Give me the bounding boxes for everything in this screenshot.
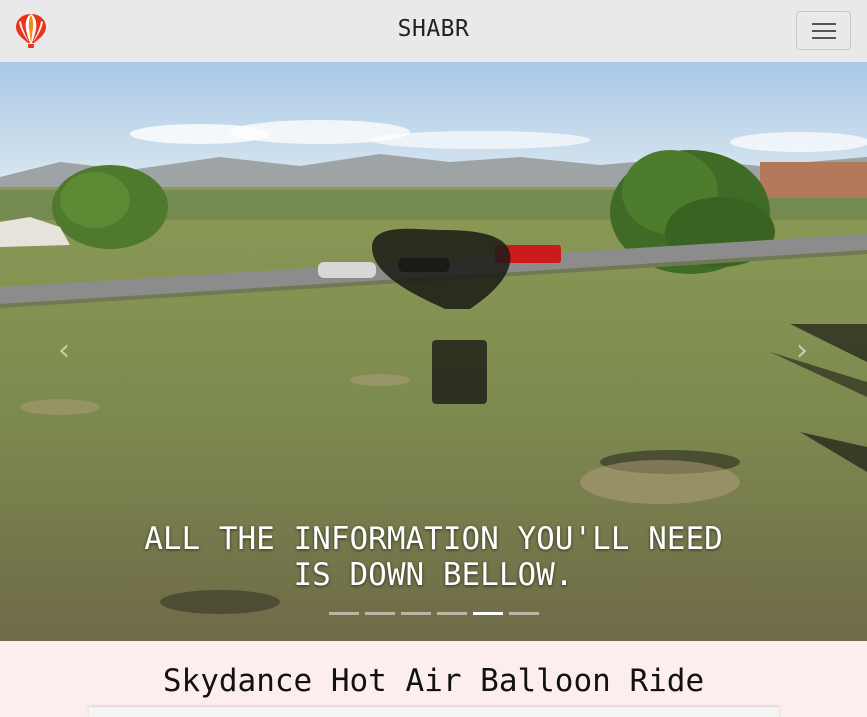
carousel-indicator[interactable] xyxy=(401,612,431,615)
hero-carousel: ‹ › ALL THE INFORMATION YOU'LL NEED IS D… xyxy=(0,62,867,641)
caption-line-2: IS DOWN BELLOW. xyxy=(293,557,574,593)
carousel-caption: ALL THE INFORMATION YOU'LL NEED IS DOWN … xyxy=(0,521,867,593)
carousel-indicators xyxy=(329,612,539,615)
carousel-prev-button[interactable]: ‹ xyxy=(49,334,79,368)
carousel-indicator[interactable] xyxy=(329,612,359,615)
section-title: Skydance Hot Air Balloon Ride xyxy=(162,663,705,699)
carousel-indicator[interactable] xyxy=(365,612,395,615)
navbar: SHABR xyxy=(0,0,867,62)
menu-toggle-button[interactable] xyxy=(796,11,851,50)
caption-line-1: ALL THE INFORMATION YOU'LL NEED xyxy=(144,521,723,557)
carousel-indicator[interactable] xyxy=(509,612,539,615)
carousel-indicator[interactable] xyxy=(437,612,467,615)
info-section: Skydance Hot Air Balloon Ride xyxy=(0,641,867,717)
carousel-indicator-active[interactable] xyxy=(473,612,503,615)
info-card xyxy=(89,707,779,717)
chevron-left-icon: ‹ xyxy=(58,333,70,368)
chevron-right-icon: › xyxy=(796,333,808,368)
brand-title[interactable]: SHABR xyxy=(0,16,867,42)
carousel-next-button[interactable]: › xyxy=(787,334,817,368)
